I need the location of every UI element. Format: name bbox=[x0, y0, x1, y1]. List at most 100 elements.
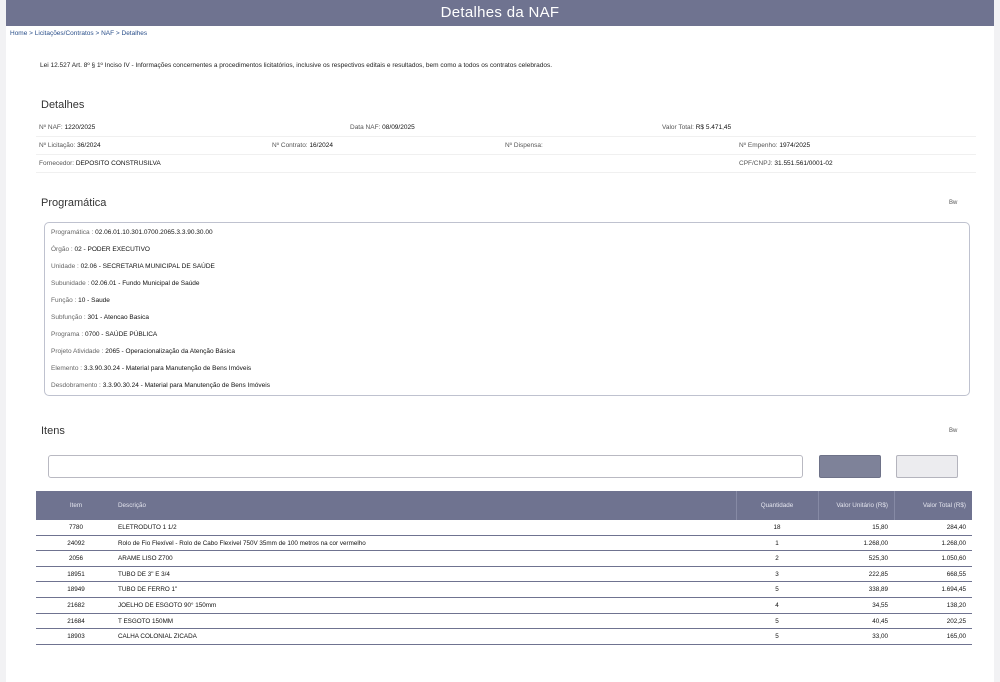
itens-bw-link[interactable]: Bw bbox=[949, 428, 957, 434]
clear-button[interactable] bbox=[896, 455, 958, 478]
detalhes-row-2: Nº Licitação: 36/2024 Nº Contrato: 16/20… bbox=[36, 138, 976, 155]
contrato-field: Nº Contrato: 16/2024 bbox=[272, 142, 333, 149]
prog-line: Subfunção : 301 - Atencao Basica bbox=[51, 314, 149, 321]
column-header-item[interactable]: Item bbox=[36, 491, 116, 520]
column-divider bbox=[736, 491, 737, 520]
column-header-valor-unitario[interactable]: Valor Unitário (R$) bbox=[818, 491, 888, 520]
licitacao-value: 36/2024 bbox=[77, 142, 101, 149]
cell-descricao: Rolo de Fio Flexível - Rolo de Cabo Flex… bbox=[118, 539, 366, 547]
cell-valor-unitario: 34,55 bbox=[872, 601, 888, 609]
dispensa-label: Nº Dispensa: bbox=[505, 142, 543, 149]
column-header-descricao[interactable]: Descrição bbox=[118, 491, 738, 520]
cell-quantidade: 18 bbox=[773, 524, 781, 531]
prog-line-value: 02.06.01 - Fundo Municipal de Saúde bbox=[91, 280, 200, 287]
cell-item: 21682 bbox=[67, 601, 85, 609]
cell-descricao: T ESGOTO 150MM bbox=[118, 617, 174, 625]
table-row[interactable]: 21682 JOELHO DE ESGOTO 90° 150mm 4 34,55… bbox=[36, 597, 972, 614]
table-row[interactable]: 18949 TUBO DE FERRO 1" 5 338,89 1.694,45 bbox=[36, 582, 972, 598]
table-row[interactable]: 2056 ARAME LISO Z700 2 525,30 1.050,60 bbox=[36, 551, 972, 567]
cell-valor-unitario: 40,45 bbox=[872, 617, 888, 625]
cell-valor-total: 1.050,60 bbox=[941, 555, 966, 563]
breadcrumb: Home > Licitações/Contratos > NAF > Deta… bbox=[10, 30, 147, 37]
detalhes-row-3: Fornecedor: DEPOSITO CONSTRUSILVA CPF/CN… bbox=[36, 156, 976, 173]
licitacao-field: Nº Licitação: 36/2024 bbox=[39, 142, 101, 149]
cell-descricao: ELETRODUTO 1 1/2 bbox=[118, 524, 177, 531]
cell-descricao: CALHA COLONIAL ZICADA bbox=[118, 633, 197, 641]
law-text: Lei 12.527 Art. 8º § 1º Inciso IV - Info… bbox=[40, 62, 553, 69]
cell-valor-unitario: 1.268,00 bbox=[863, 539, 888, 547]
prog-line: Projeto Atividade : 2065 - Operacionaliz… bbox=[51, 348, 235, 355]
prog-line-value: 3.3.90.30.24 - Material para Manutenção … bbox=[83, 365, 252, 372]
cell-quantidade: 5 bbox=[775, 633, 779, 641]
cell-valor-total: 1.694,45 bbox=[941, 586, 966, 594]
cell-valor-unitario: 33,00 bbox=[872, 633, 888, 641]
cpf-cnpj-label: CPF/CNPJ: bbox=[739, 160, 773, 167]
cell-descricao: JOELHO DE ESGOTO 90° 150mm bbox=[118, 601, 217, 609]
cell-item: 24092 bbox=[67, 539, 85, 547]
column-divider bbox=[894, 491, 895, 520]
table-row[interactable]: 18951 TUBO DE 3" E 3/4 3 222,85 668,55 bbox=[36, 566, 972, 583]
fornecedor-label: Fornecedor: bbox=[39, 160, 75, 167]
cell-quantidade: 5 bbox=[775, 617, 779, 625]
cell-descricao: TUBO DE FERRO 1" bbox=[118, 586, 178, 594]
cell-valor-unitario: 338,89 bbox=[868, 586, 888, 594]
breadcrumb-home-link[interactable]: Home bbox=[10, 30, 27, 37]
prog-line: Unidade : 02.06 - SECRETARIA MUNICIPAL D… bbox=[51, 263, 215, 270]
cell-item: 2056 bbox=[68, 555, 83, 563]
prog-line-label: Desdobramento : bbox=[51, 382, 101, 389]
cell-valor-unitario: 15,80 bbox=[872, 524, 888, 531]
cell-valor-total: 165,00 bbox=[946, 633, 966, 641]
column-divider bbox=[818, 491, 819, 520]
data-naf-value: 08/09/2025 bbox=[382, 124, 415, 131]
prog-line-value: 2065 - Operacionalização da Atenção Bási… bbox=[105, 348, 235, 355]
table-row[interactable]: 18903 CALHA COLONIAL ZICADA 5 33,00 165,… bbox=[36, 629, 972, 645]
cell-valor-unitario: 525,30 bbox=[868, 555, 888, 563]
prog-line-label: Programa : bbox=[51, 331, 84, 338]
cell-valor-total: 668,55 bbox=[946, 570, 966, 578]
cell-item: 18903 bbox=[67, 633, 85, 641]
cell-quantidade: 3 bbox=[775, 570, 779, 578]
prog-line: Subunidade : 02.06.01 - Fundo Municipal … bbox=[51, 280, 200, 287]
prog-line-value: 02.06 - SECRETARIA MUNICIPAL DE SAÚDE bbox=[80, 263, 215, 270]
cell-valor-total: 284,40 bbox=[946, 524, 966, 531]
cell-quantidade: 4 bbox=[775, 601, 779, 609]
empenho-field: Nº Empenho: 1974/2025 bbox=[739, 142, 810, 149]
naf-value: 1220/2025 bbox=[64, 124, 96, 131]
cell-item: 7780 bbox=[68, 524, 83, 531]
cell-descricao: ARAME LISO Z700 bbox=[118, 555, 173, 563]
prog-line: Função : 10 - Saude bbox=[51, 297, 110, 304]
cell-valor-total: 138,20 bbox=[946, 601, 966, 609]
cell-item: 18949 bbox=[67, 586, 85, 594]
prog-line-value: 10 - Saude bbox=[78, 297, 110, 304]
prog-line-label: Função : bbox=[51, 297, 77, 304]
programatica-title: Programática bbox=[41, 197, 107, 209]
licitacao-label: Nº Licitação: bbox=[39, 142, 76, 149]
cell-valor-unitario: 222,85 bbox=[868, 570, 888, 578]
prog-line: Programática : 02.06.01.10.301.0700.2065… bbox=[51, 229, 213, 236]
itens-table: Item Descrição Quantidade Valor Unitário… bbox=[36, 491, 972, 645]
contrato-label: Nº Contrato: bbox=[272, 142, 308, 149]
prog-line-label: Subunidade : bbox=[51, 280, 90, 287]
table-row[interactable]: 21684 T ESGOTO 150MM 5 40,45 202,25 bbox=[36, 613, 972, 630]
prog-line-label: Projeto Atividade : bbox=[51, 348, 104, 355]
search-button[interactable] bbox=[819, 455, 881, 478]
table-row[interactable]: 24092 Rolo de Fio Flexível - Rolo de Cab… bbox=[36, 535, 972, 552]
breadcrumb-current: Detalhes bbox=[121, 30, 148, 37]
programatica-bw-link[interactable]: Bw bbox=[949, 200, 957, 206]
table-row[interactable]: 7780 ELETRODUTO 1 1/2 18 15,80 284,40 bbox=[36, 520, 972, 536]
detalhes-row-1: Nº NAF: 1220/2025 Data NAF: 08/09/2025 V… bbox=[36, 120, 976, 137]
breadcrumb-separator: > bbox=[115, 30, 120, 37]
fornecedor-value: DEPOSITO CONSTRUSILVA bbox=[75, 160, 161, 167]
column-header-quantidade[interactable]: Quantidade bbox=[736, 491, 818, 520]
cell-quantidade: 1 bbox=[775, 539, 779, 547]
column-header-valor-total[interactable]: Valor Total (R$) bbox=[888, 491, 966, 520]
cell-item: 21684 bbox=[67, 617, 85, 625]
contrato-value: 16/2024 bbox=[309, 142, 333, 149]
breadcrumb-licitacoes-link[interactable]: Licitações/Contratos bbox=[35, 30, 94, 37]
itens-search-input[interactable] bbox=[48, 455, 803, 478]
detalhes-title: Detalhes bbox=[41, 99, 85, 111]
prog-line-label: Elemento : bbox=[51, 365, 83, 372]
prog-line-label: Subfunção : bbox=[51, 314, 86, 321]
table-header: Item Descrição Quantidade Valor Unitário… bbox=[36, 491, 972, 520]
breadcrumb-naf-link[interactable]: NAF bbox=[101, 30, 114, 37]
